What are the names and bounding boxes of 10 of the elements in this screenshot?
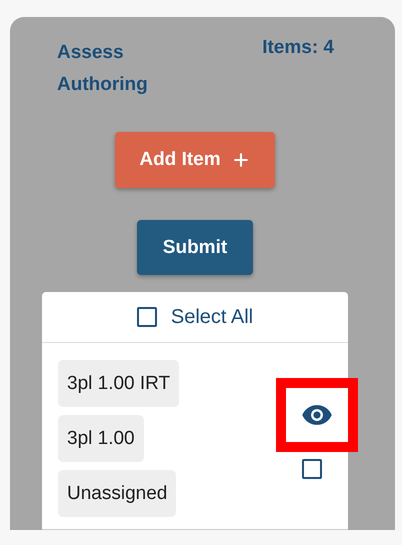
select-all-checkbox[interactable] (136, 307, 157, 327)
tag-chip: 3pl 1.00 IRT (58, 360, 180, 407)
tag-chip: Unassigned (58, 470, 176, 517)
tag-chip: 3pl 1.00 (58, 415, 144, 462)
item-checkbox[interactable] (302, 459, 322, 479)
add-item-button[interactable]: Add Item (115, 132, 275, 188)
select-all-label[interactable]: Select All (170, 306, 254, 328)
item-count: Items: 4 (262, 37, 334, 59)
submit-button[interactable]: Submit (136, 220, 254, 275)
app-title: Assess Authoring (57, 41, 149, 97)
